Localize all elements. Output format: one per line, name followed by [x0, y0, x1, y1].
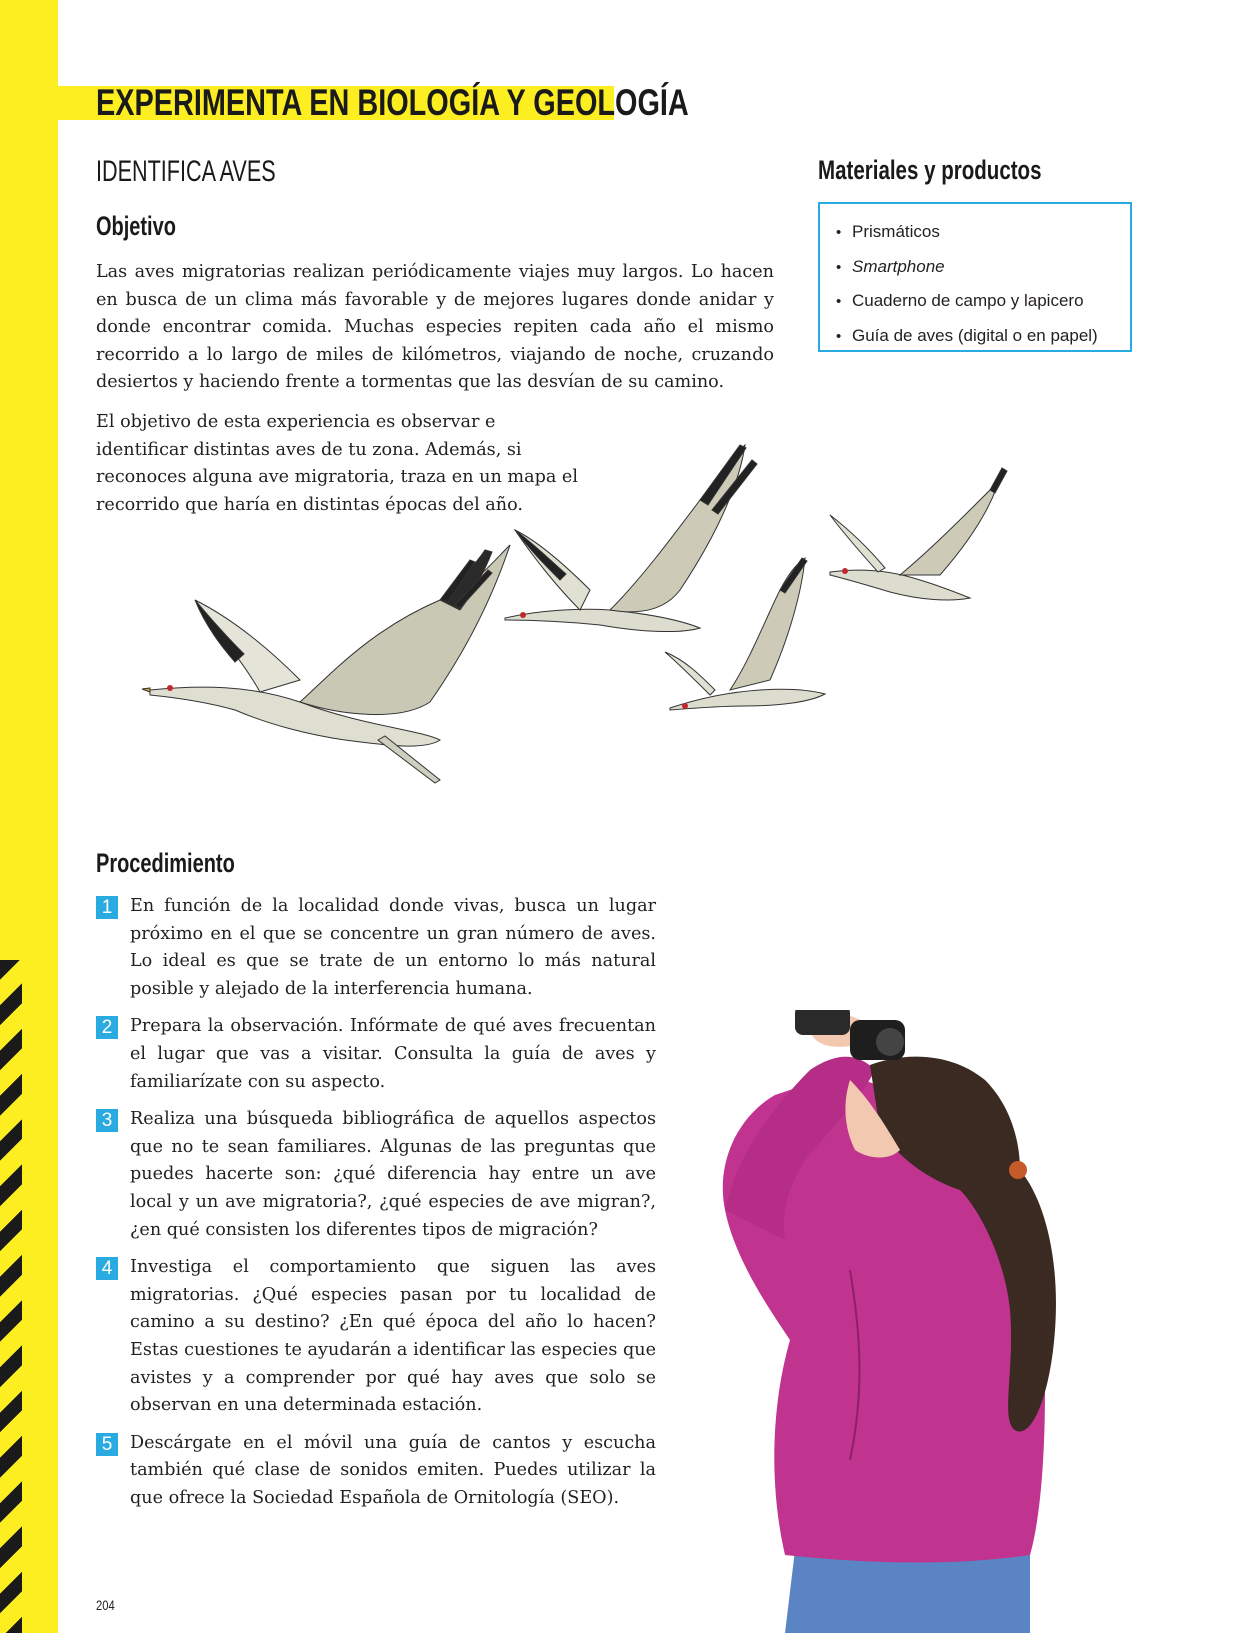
objetivo-paragraph-1: Las aves migratorias realizan periódicam… — [96, 262, 774, 393]
materiales-box: • Prismáticos • Smartphone • Cuaderno de ca… — [818, 202, 1132, 352]
page-number: 204 — [96, 1597, 115, 1613]
list-item: • Guía de aves (digital o en papel) — [836, 325, 1098, 345]
crane-2 — [504, 443, 758, 633]
yellow-side-band — [0, 0, 58, 1633]
step-text: Realiza una búsqueda bibliográfica de aq… — [130, 1109, 656, 1240]
step-text: Prepara la observación. Infórmate de qué… — [130, 1016, 656, 1092]
crane-1 — [141, 544, 511, 784]
list-item: • Cuaderno de campo y lapicero — [836, 291, 1084, 310]
procedimiento-steps: 1 En función de la localidad donde vivas… — [96, 893, 656, 1522]
step-number: 3 — [96, 1109, 118, 1133]
procedimiento-heading: Procedimiento — [96, 848, 235, 878]
step-text: Descárgate en el móvil una guía de canto… — [130, 1432, 656, 1508]
step-2: 2 Prepara la observación. Infórmate de q… — [96, 1013, 656, 1096]
step-text: En función de la localidad donde vivas, … — [130, 896, 656, 999]
hazard-stripes — [0, 960, 22, 1633]
materiales-list: • Prismáticos • Smartphone • Cuaderno de ca… — [836, 215, 1098, 353]
crane-4 — [829, 467, 1008, 601]
step-5: 5 Descárgate en el móvil una guía de can… — [96, 1430, 656, 1513]
list-item: • Prismáticos — [836, 222, 940, 241]
step-1: 1 En función de la localidad donde vivas… — [96, 893, 656, 1003]
objetivo-heading: Objetivo — [96, 211, 176, 241]
activity-title: IDENTIFICA AVES — [96, 155, 276, 188]
list-item: • Smartphone — [836, 256, 945, 276]
cranes-illustration — [141, 443, 1008, 784]
binoculars-icon — [795, 1010, 905, 1060]
step-text: Investiga el comportamiento que siguen l… — [130, 1257, 656, 1416]
step-number: 2 — [96, 1016, 118, 1040]
step-number: 1 — [96, 896, 118, 919]
step-3: 3 Realiza una búsqueda bibliográfica de … — [96, 1106, 656, 1244]
page-title: EXPERIMENTA EN BIOLOGÍA Y GEOLOGÍA — [96, 82, 689, 123]
step-4: 4 Investiga el comportamiento que siguen… — [96, 1254, 656, 1420]
step-number: 4 — [96, 1257, 118, 1281]
crane-3 — [664, 556, 827, 711]
materiales-heading: Materiales y productos — [818, 155, 1042, 185]
hair-tie — [1009, 1161, 1027, 1179]
girl-with-binoculars-illustration — [722, 1010, 1056, 1633]
step-number: 5 — [96, 1432, 118, 1456]
